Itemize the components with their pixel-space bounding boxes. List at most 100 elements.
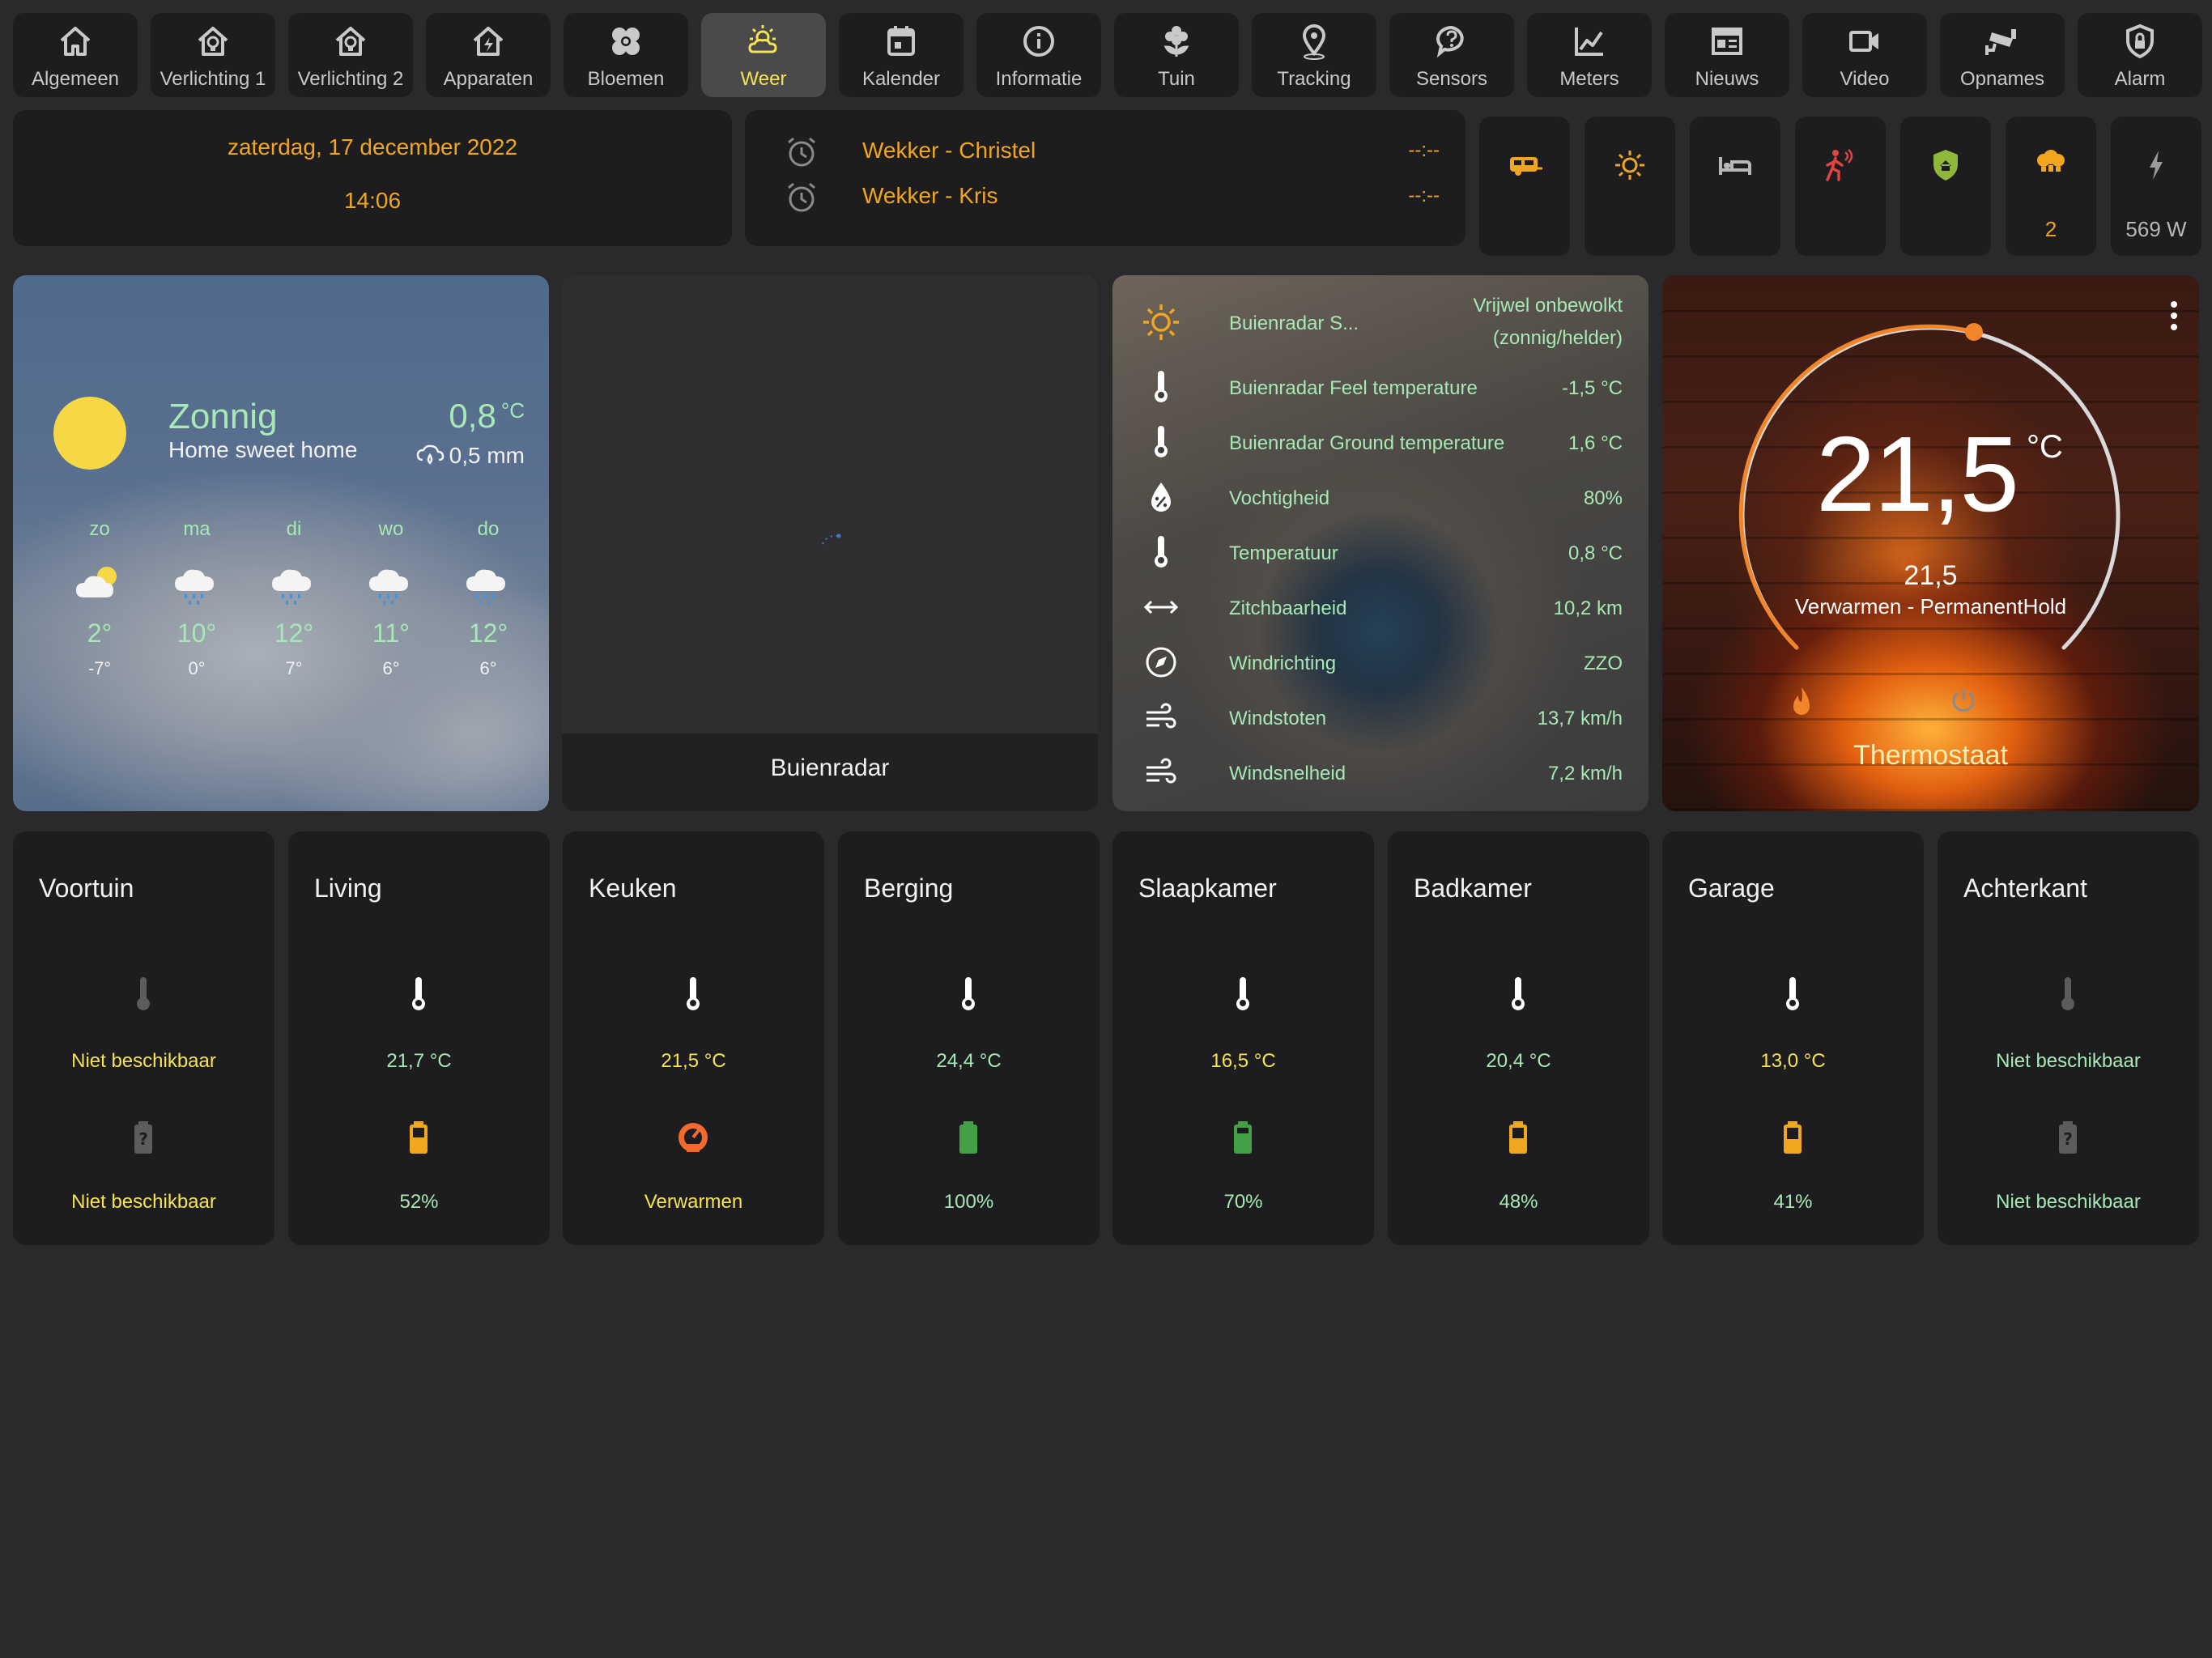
thermometer-icon	[1786, 977, 1799, 1010]
room-battery: Niet beschikbaar	[71, 1191, 216, 1213]
sensor-name: Windrichting	[1229, 653, 1337, 674]
room-temperature: Niet beschikbaar	[71, 1050, 216, 1072]
forecast-high: 2°	[87, 619, 113, 648]
svg-text:?: ?	[138, 1129, 148, 1149]
lightbulb-group-icon	[2037, 150, 2065, 172]
target-handle[interactable]	[1965, 323, 1983, 341]
sensor-row[interactable]: Buienradar S... Vrijwel onbewolkt (zonnig…	[1112, 291, 1648, 356]
alarm-clock-card: Wekker - Christel --:-- Wekker - Kris --…	[745, 110, 1465, 246]
room-card-garage[interactable]: Garage 13,0 °C 41%	[1662, 831, 1924, 1245]
thermometer-icon	[2061, 977, 2074, 1010]
tab-meters[interactable]: Meters	[1527, 13, 1652, 97]
lights-group-button[interactable]: 2	[2006, 117, 2096, 256]
more-vert-icon[interactable]	[2170, 300, 2178, 332]
sensor-row[interactable]: Windrichting ZZO	[1112, 635, 1648, 690]
tab-label: Apparaten	[443, 68, 534, 90]
room-name: Keuken	[589, 874, 677, 903]
motion-sensor-icon	[1826, 149, 1853, 181]
sensor-value: 1,6 °C	[1568, 432, 1623, 454]
caravan-button[interactable]	[1479, 117, 1570, 256]
sensor-row[interactable]: Vochtigheid 80%	[1112, 470, 1648, 525]
power-icon[interactable]	[1947, 684, 1980, 716]
tab-informatie[interactable]: Informatie	[976, 13, 1101, 97]
power-button[interactable]: 569 W	[2111, 117, 2201, 256]
tab-label: Tuin	[1158, 68, 1195, 90]
tab-nieuws[interactable]: Nieuws	[1665, 13, 1789, 97]
tab-label: Tracking	[1277, 68, 1351, 90]
sensor-row[interactable]: Buienradar Ground temperature 1,6 °C	[1112, 414, 1648, 470]
weather-partly-cloudy-icon	[748, 25, 777, 53]
room-card-slaapkamer[interactable]: Slaapkamer 16,5 °C 70%	[1112, 831, 1374, 1245]
brightness-button[interactable]	[1585, 117, 1675, 256]
help-chat-icon	[1436, 25, 1464, 58]
room-card-berging[interactable]: Berging 24,4 °C 100%	[838, 831, 1100, 1245]
thermostat-card[interactable]: 21,5 °C 21,5 Verwarmen - PermanentHold T…	[1662, 275, 2199, 811]
cctv-icon	[1985, 29, 2016, 55]
tab-bloemen[interactable]: Bloemen	[564, 13, 688, 97]
map-marker-icon	[1302, 24, 1326, 60]
tab-alarm[interactable]: Alarm	[2078, 13, 2202, 97]
tab-label: Kalender	[861, 68, 941, 90]
partly-cloudy-icon	[76, 567, 117, 597]
motion-sensor-button[interactable]	[1795, 117, 1886, 256]
tab-tracking[interactable]: Tracking	[1252, 13, 1376, 97]
water-percent-icon	[1151, 483, 1171, 512]
tab-opnames[interactable]: Opnames	[1940, 13, 2065, 97]
calendar-icon	[887, 26, 915, 56]
information-icon	[1023, 26, 1054, 57]
rainy-icon	[175, 569, 214, 605]
forecast-low: 6°	[382, 658, 400, 678]
sensor-value-line: Vrijwel onbewolkt	[1473, 295, 1623, 317]
room-temperature: Niet beschikbaar	[1996, 1050, 2141, 1072]
forecast-day-name: ma	[183, 518, 211, 540]
forecast-high: 12°	[468, 619, 508, 648]
forecast-high: 10°	[177, 619, 217, 648]
sensor-row[interactable]: Windsnelheid 7,2 km/h	[1112, 745, 1648, 800]
tab-kalender[interactable]: Kalender	[839, 13, 963, 97]
tab-label: Video	[1840, 68, 1890, 90]
flower-icon	[612, 28, 640, 55]
sensor-value: 80%	[1583, 487, 1623, 509]
forecast-high: 12°	[274, 619, 314, 648]
thermometer-icon	[1155, 371, 1168, 402]
weather-temperature: 0,8 °C	[449, 397, 525, 436]
tab-apparaten[interactable]: Apparaten	[426, 13, 551, 97]
alarm-row[interactable]: Wekker - Christel --:--	[745, 130, 1465, 175]
shield-lock-icon	[2126, 23, 2154, 59]
room-name: Voortuin	[39, 874, 134, 903]
room-card-living[interactable]: Living 21,7 °C 52%	[288, 831, 550, 1245]
room-card-keuken[interactable]: Keuken 21,5 °C Verwarmen	[563, 831, 824, 1245]
tab-verlichting-2[interactable]: Verlichting 2	[288, 13, 413, 97]
weather-windy-icon	[1146, 703, 1176, 729]
room-card-badkamer[interactable]: Badkamer 20,4 °C 48%	[1388, 831, 1649, 1245]
tab-algemeen[interactable]: Algemeen	[13, 13, 138, 97]
thermometer-icon	[687, 977, 700, 1010]
tab-label: Verlichting 1	[160, 68, 266, 90]
tab-tuin[interactable]: Tuin	[1114, 13, 1239, 97]
forecast-low: 0°	[188, 658, 206, 678]
alarm-time: --:--	[1408, 185, 1440, 206]
sensor-row[interactable]: Buienradar Feel temperature -1,5 °C	[1112, 359, 1648, 414]
room-card-achterkant[interactable]: Achterkant Niet beschikbaar ? Niet besch…	[1938, 831, 2199, 1245]
security-button[interactable]	[1900, 117, 1991, 256]
buienradar-card[interactable]: Buienradar	[562, 275, 1098, 811]
thermometer-icon	[137, 977, 150, 1010]
room-battery: 100%	[943, 1191, 994, 1213]
weather-forecast-card[interactable]: Zonnig Home sweet home 0,8 °C 0,5 mm zo 2…	[13, 275, 549, 811]
room-card-voortuin[interactable]: Voortuin Niet beschikbaar ? Niet beschik…	[13, 831, 274, 1245]
weather-sensors-card: Buienradar S... Vrijwel onbewolkt (zonnig…	[1112, 275, 1648, 811]
tab-sensors[interactable]: Sensors	[1389, 13, 1514, 97]
sensor-row[interactable]: Temperatuur 0,8 °C	[1112, 525, 1648, 580]
tab-label: Opnames	[1959, 68, 2045, 90]
alarm-row[interactable]: Wekker - Kris --:--	[745, 175, 1465, 220]
sensor-row[interactable]: Zitchbaarheid 10,2 km	[1112, 580, 1648, 635]
thermometer-icon	[1236, 977, 1249, 1010]
tab-weer[interactable]: Weer	[701, 13, 826, 97]
room-temperature: 20,4 °C	[1486, 1050, 1551, 1072]
tab-verlichting-1[interactable]: Verlichting 1	[151, 13, 275, 97]
bed-button[interactable]	[1690, 117, 1780, 256]
sensor-row[interactable]: Windstoten 13,7 km/h	[1112, 690, 1648, 745]
compass-icon	[1146, 647, 1176, 678]
tab-video[interactable]: Video	[1802, 13, 1927, 97]
fire-icon[interactable]	[1785, 684, 1818, 720]
